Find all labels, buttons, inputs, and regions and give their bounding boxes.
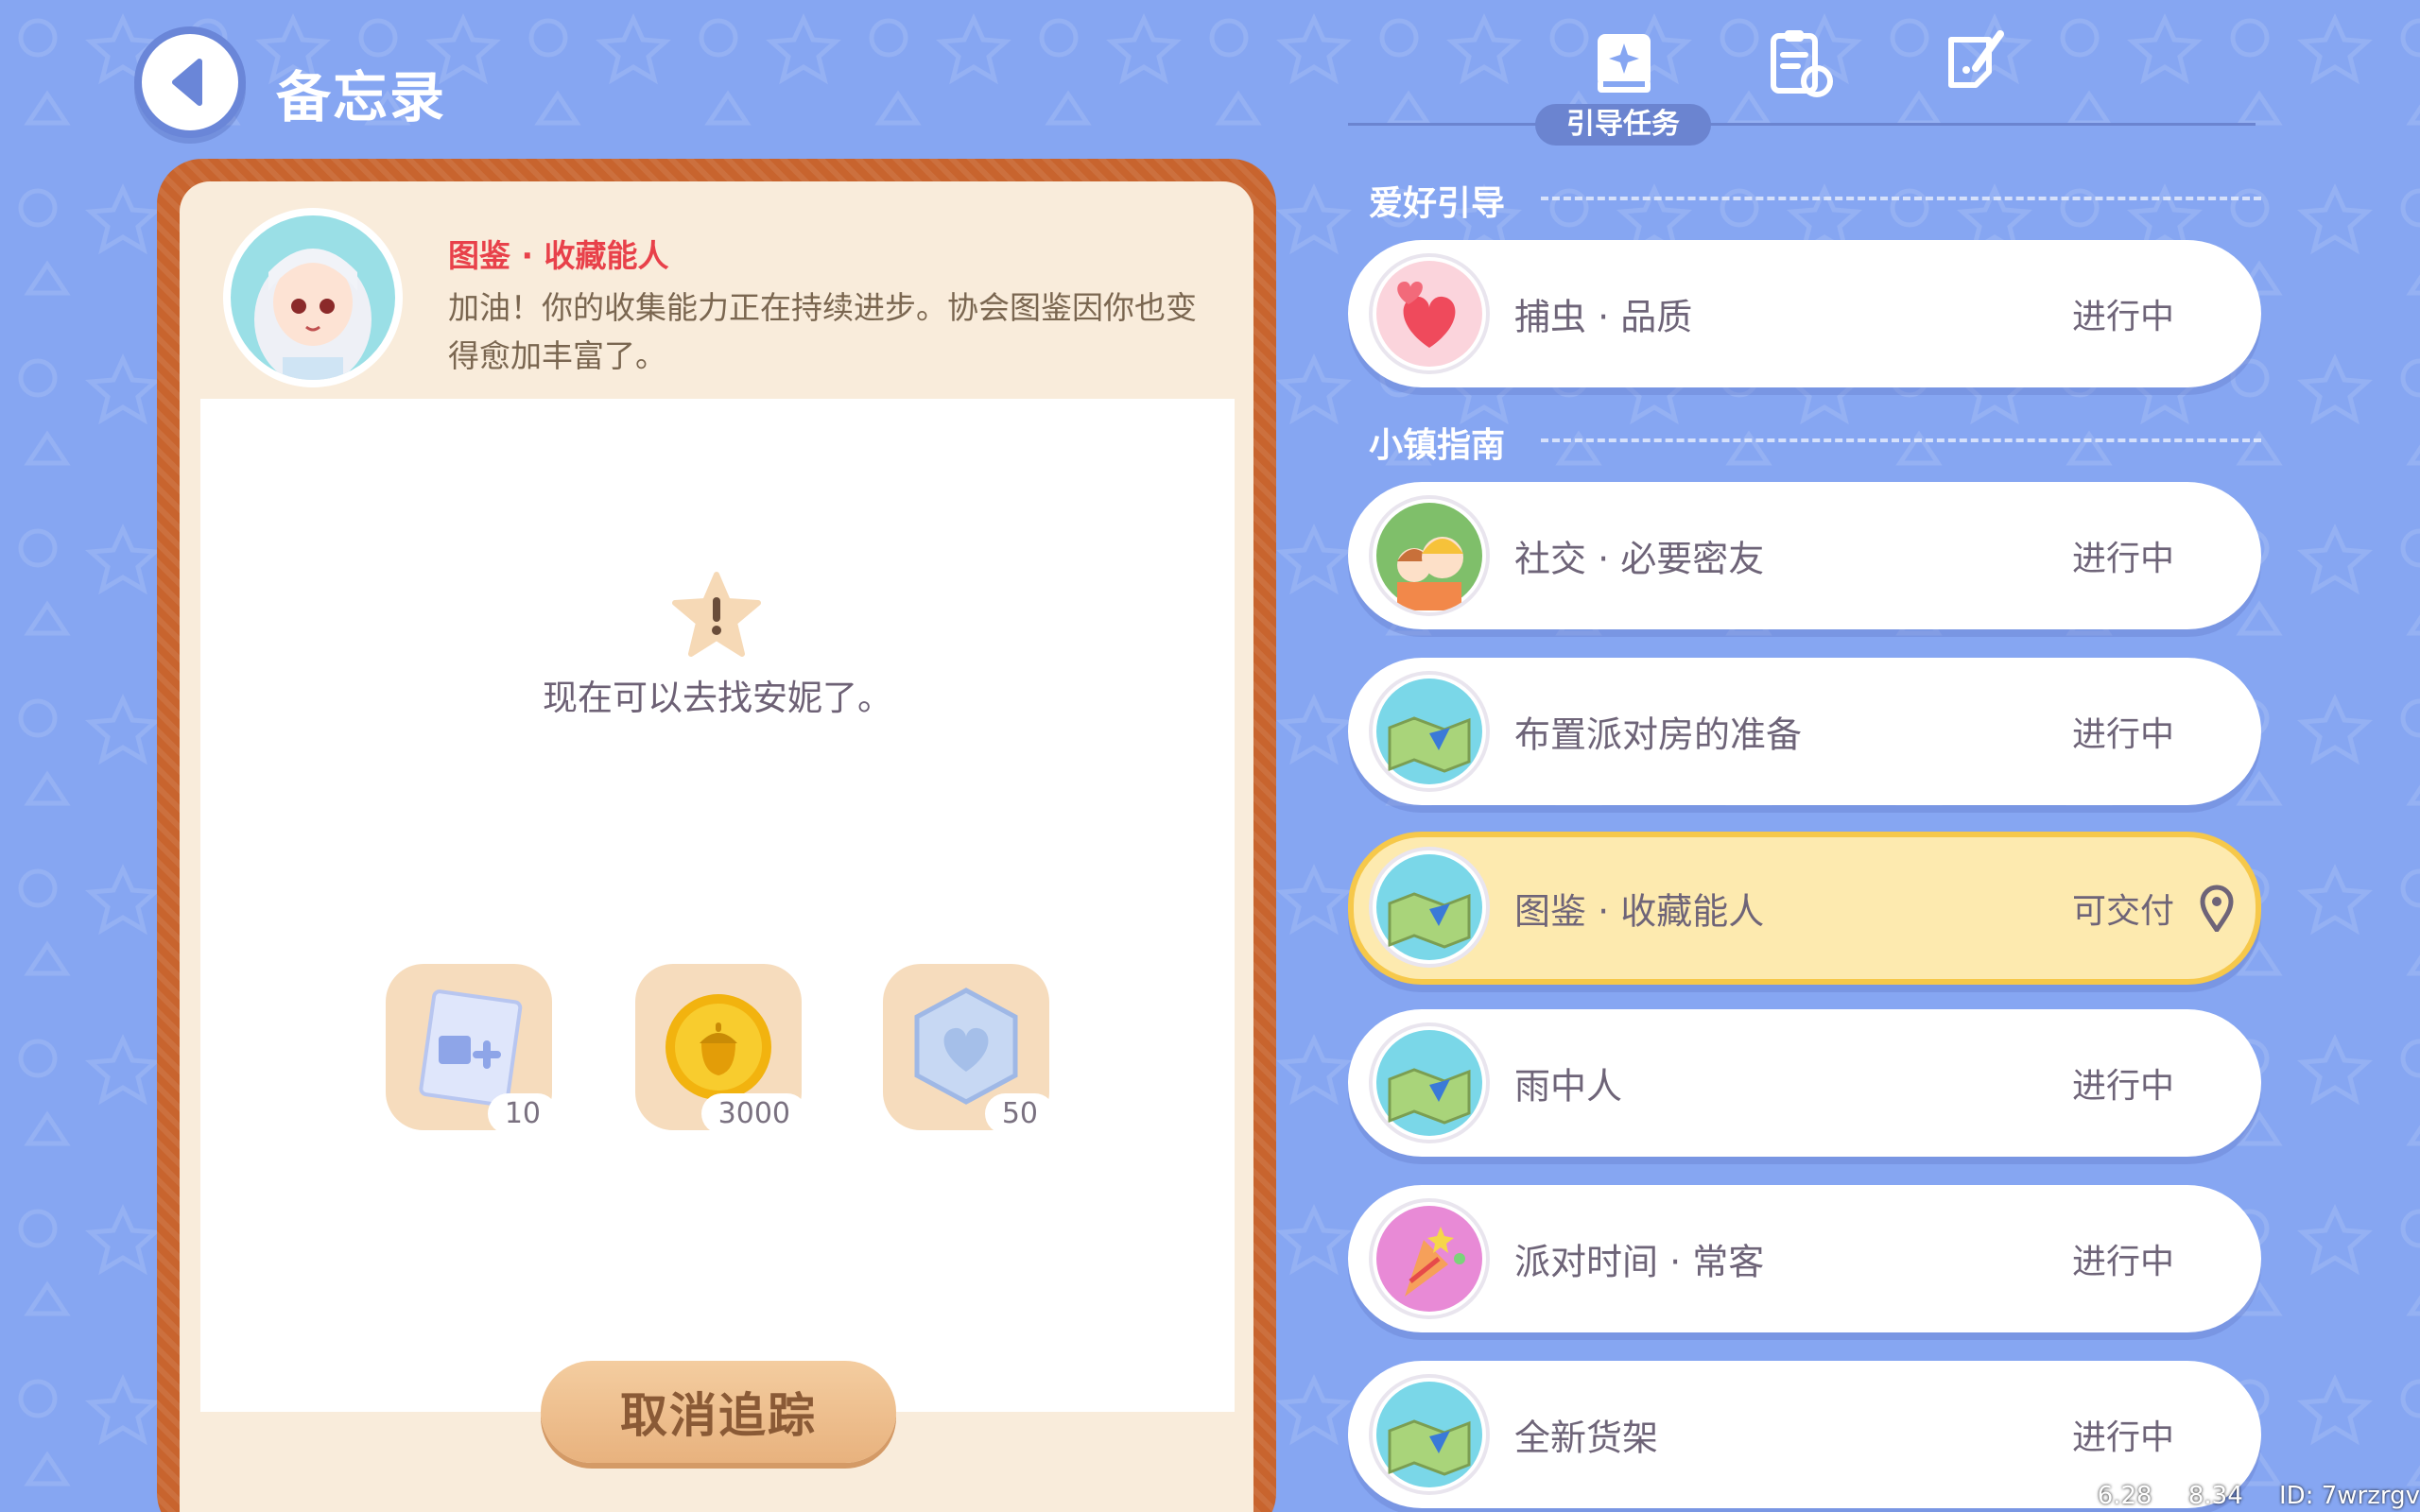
quest-name: 布置派对房的准备	[1514, 713, 1803, 756]
task-panel	[200, 399, 1235, 1412]
quest-name: 图鉴 · 收藏能人	[1514, 890, 1765, 933]
reward-item[interactable]: 10	[386, 964, 558, 1134]
section-title-town-guide: 小镇指南	[1369, 426, 1506, 465]
quest-item[interactable]: 社交 · 必要密友 进行中	[1348, 482, 2261, 629]
exclamation-star-icon	[672, 572, 761, 657]
reward-item[interactable]: 3000	[635, 964, 807, 1134]
quest-item[interactable]: 派对时间 · 常客 进行中	[1348, 1185, 2261, 1332]
player-id: ID: 7wrzrgv	[2279, 1482, 2420, 1510]
map-icon	[1373, 1026, 1486, 1140]
hearts-icon	[1373, 257, 1486, 370]
quest-name: 社交 · 必要密友	[1514, 538, 1765, 580]
active-tab-label: 引导任务	[1535, 104, 1711, 146]
npc-avatar	[223, 208, 403, 387]
quest-status: 进行中	[2072, 298, 2175, 336]
reward-count: 3000	[700, 1093, 807, 1134]
reward-item[interactable]: 50	[883, 964, 1055, 1134]
npc-dialogue: 加油！你的收集能力正在持续进步。协会图鉴因你也变得愈加丰富了。	[448, 289, 1197, 374]
tab-guide-tasks[interactable]	[1586, 26, 1662, 102]
quest-name: 雨中人	[1514, 1065, 1623, 1108]
clipboard-refresh-icon	[1771, 30, 1833, 97]
back-button[interactable]	[134, 26, 246, 138]
cancel-tracking-button[interactable]: 取消追踪	[541, 1361, 896, 1463]
map-icon	[1373, 850, 1486, 964]
quest-item[interactable]: 布置派对房的准备 进行中	[1348, 658, 2261, 805]
tab-daily-tasks[interactable]	[1762, 26, 1838, 102]
quest-name: 派对时间 · 常客	[1514, 1241, 1765, 1283]
guide-book-icon	[1598, 34, 1651, 93]
quest-status: 进行中	[2072, 540, 2175, 578]
location-pin-icon[interactable]	[2199, 885, 2235, 932]
section-divider	[1541, 438, 2261, 442]
quest-status: 进行中	[2072, 1418, 2175, 1457]
quest-status: 进行中	[2072, 715, 2175, 754]
npc-portrait	[254, 249, 372, 380]
section-divider	[1541, 197, 2261, 200]
reward-count: 10	[487, 1093, 558, 1134]
npc-name: 图鉴 · 收藏能人	[448, 237, 669, 274]
quest-item-tracked[interactable]: 图鉴 · 收藏能人 可交付	[1348, 832, 2261, 985]
section-title-hobby-guide: 爱好引导	[1369, 184, 1506, 223]
quest-status: 可交付	[2072, 892, 2175, 931]
party-popper-icon	[1373, 1202, 1486, 1315]
debug-value: 6.28	[2097, 1482, 2152, 1510]
quest-item[interactable]: 雨中人 进行中	[1348, 1009, 2261, 1157]
map-icon	[1373, 675, 1486, 788]
task-objective: 现在可以去找安妮了。	[543, 678, 892, 718]
quest-name: 全新货架	[1514, 1417, 1659, 1459]
tab-divider	[1348, 123, 2256, 126]
quest-item[interactable]: 捕虫 · 品质 进行中	[1348, 240, 2261, 387]
map-icon	[1373, 1378, 1486, 1491]
quill-note-icon	[1948, 30, 2004, 88]
quest-status: 进行中	[2072, 1067, 2175, 1106]
back-arrow-icon	[172, 59, 202, 106]
tab-notes[interactable]	[1938, 26, 2014, 102]
debug-overlay: 6.28 8.34 ID: 7wrzrgv	[2069, 1482, 2420, 1510]
reward-count: 50	[984, 1093, 1055, 1134]
quest-status: 进行中	[2072, 1243, 2175, 1281]
page-title: 备忘录	[276, 65, 447, 129]
friends-icon	[1373, 499, 1486, 612]
debug-value: 8.34	[2187, 1482, 2243, 1510]
quest-name: 捕虫 · 品质	[1514, 296, 1693, 338]
